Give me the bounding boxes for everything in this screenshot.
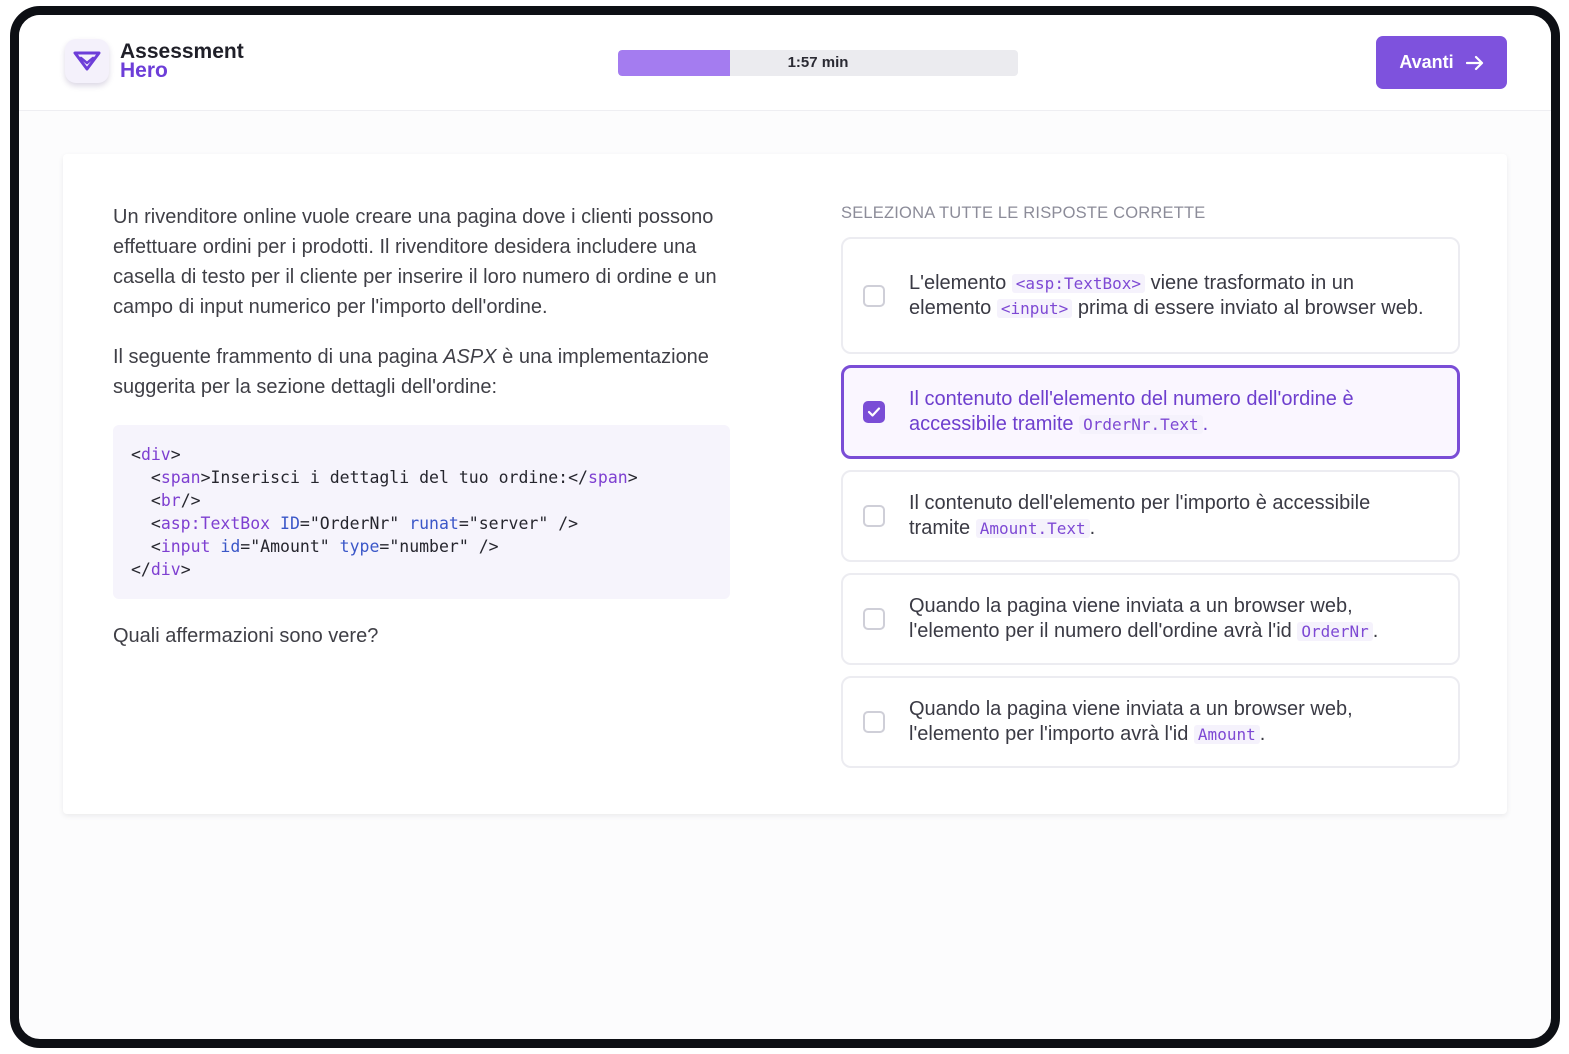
arrow-right-icon (1465, 55, 1483, 70)
question-paragraph-2: Il seguente frammento di una pagina ASPX… (113, 346, 709, 398)
question-paragraph-1: Un rivenditore online vuole creare una p… (113, 206, 717, 318)
question-card: Un rivenditore online vuole creare una p… (63, 154, 1507, 814)
answer-text-1: L'elemento <asp:TextBox> viene trasforma… (909, 271, 1424, 319)
logo-shield-icon (65, 39, 109, 83)
answer-checkbox-5[interactable] (863, 711, 885, 733)
logo: Assessment Hero (65, 39, 244, 83)
answer-checkbox-4[interactable] (863, 608, 885, 630)
answer-text-4: Quando la pagina viene inviata a un brow… (909, 595, 1379, 642)
answer-option-1[interactable]: L'elemento <asp:TextBox> viene trasforma… (841, 237, 1460, 354)
answers-instruction: SELEZIONA TUTTE LE RISPOSTE CORRETTE (841, 204, 1206, 222)
answer-option-2[interactable]: Il contenuto dell'elemento del numero de… (841, 365, 1460, 459)
answer-checkbox-1[interactable] (863, 284, 885, 307)
answer-text-5: Quando la pagina viene inviata a un brow… (909, 698, 1353, 745)
answer-text-2: Il contenuto dell'elemento del numero de… (909, 388, 1354, 435)
app-window: Assessment Hero 1:57 min Avanti Un riven… (10, 6, 1560, 1048)
answers-panel: SELEZIONA TUTTE LE RISPOSTE CORRETTE L'e… (841, 204, 1460, 779)
header-bar: Assessment Hero 1:57 min Avanti (19, 15, 1551, 111)
question-prompt: Quali affermazioni sono vere? (113, 625, 379, 647)
answer-text-3: Il contenuto dell'elemento per l'importo… (909, 492, 1371, 539)
next-button-label: Avanti (1399, 52, 1454, 72)
question-panel: Un rivenditore online vuole creare una p… (113, 202, 733, 651)
timer-text: 1:57 min (787, 54, 849, 71)
timer-progress-bar: 1:57 min (618, 50, 1018, 76)
next-button[interactable]: Avanti (1376, 36, 1507, 89)
check-icon (867, 407, 881, 417)
answer-option-3[interactable]: Il contenuto dell'elemento per l'importo… (841, 470, 1460, 562)
answer-checkbox-2[interactable] (863, 401, 885, 423)
answer-option-5[interactable]: Quando la pagina viene inviata a un brow… (841, 676, 1460, 768)
answer-checkbox-3[interactable] (863, 505, 885, 527)
answer-option-4[interactable]: Quando la pagina viene inviata a un brow… (841, 573, 1460, 665)
code-snippet: <div> <span>Inserisci i dettagli del tuo… (113, 425, 730, 599)
logo-text-line2: Hero (120, 59, 168, 82)
